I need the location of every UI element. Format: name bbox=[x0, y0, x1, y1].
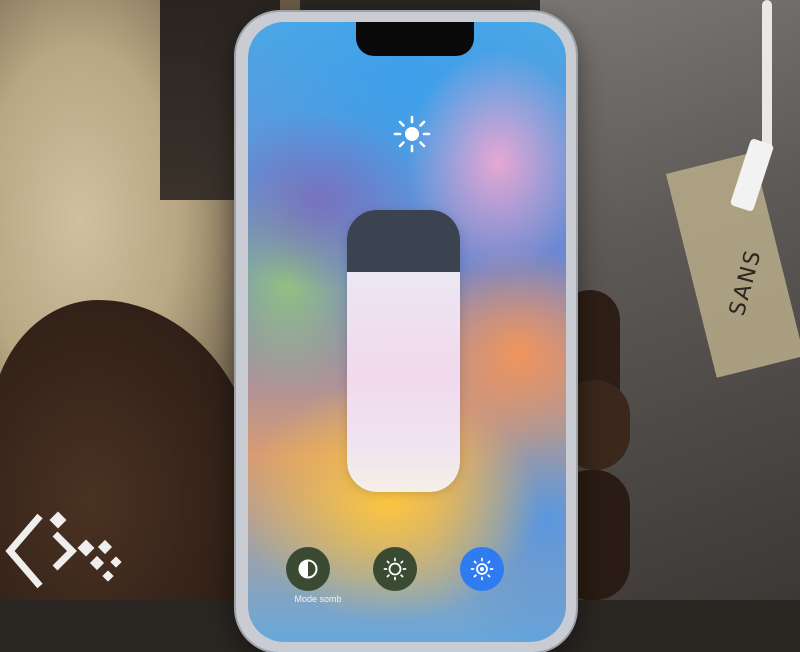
usb-cable bbox=[762, 0, 772, 150]
brightness-slider[interactable] bbox=[347, 210, 460, 492]
diamond-logo-icon bbox=[0, 506, 135, 600]
contrast-icon bbox=[298, 559, 318, 579]
true-tone-icon bbox=[470, 557, 494, 581]
night-shift-icon bbox=[383, 557, 407, 581]
night-shift-button[interactable] bbox=[373, 547, 417, 591]
true-tone-button[interactable] bbox=[460, 547, 504, 591]
dark-mode-button[interactable] bbox=[286, 547, 330, 591]
phone-notch bbox=[356, 22, 474, 56]
sun-icon bbox=[392, 114, 432, 154]
brightness-level-fill bbox=[347, 272, 460, 492]
dark-mode-label: Mode somb bbox=[294, 594, 342, 604]
